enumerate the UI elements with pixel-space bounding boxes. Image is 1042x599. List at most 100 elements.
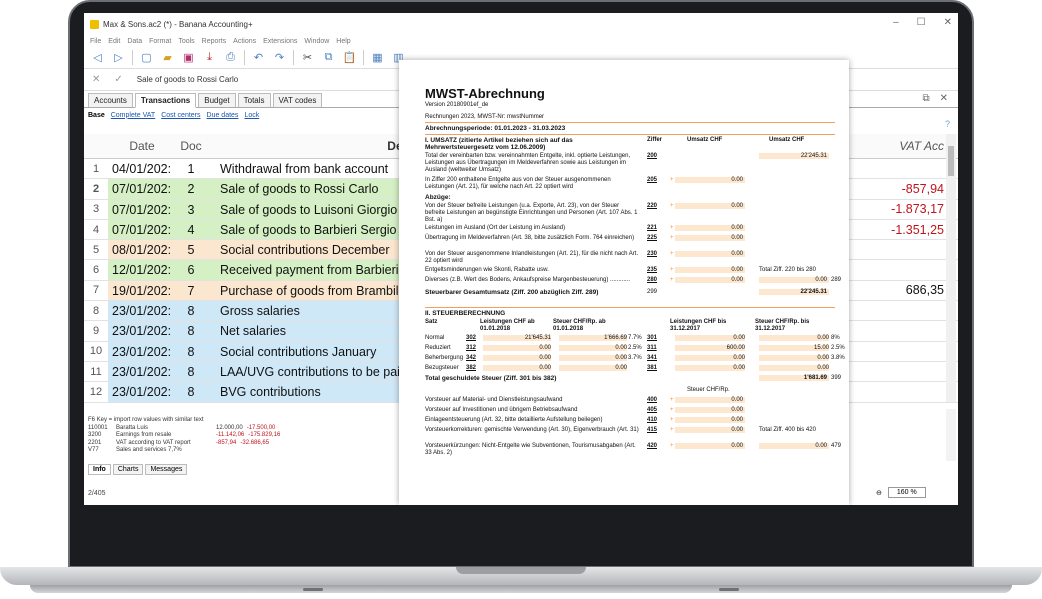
row-doc[interactable]: 3 [172,199,210,219]
row-date[interactable]: 04/01/202: [108,159,172,179]
row-date[interactable]: 23/01/202: [108,301,172,321]
menu-edit[interactable]: Edit [108,38,120,45]
paste-icon[interactable]: 📋 [342,50,357,65]
table-icon[interactable]: ▦ [370,50,385,65]
row-description[interactable]: Social contributions December [210,240,430,260]
row-description[interactable]: Received payment from Barbieri [210,260,430,280]
line-code[interactable]: 230 [647,251,657,257]
confirm-edit-icon[interactable]: ✓ [114,74,122,85]
menu-actions[interactable]: Actions [233,38,256,45]
close-table-icon[interactable]: ✕ [940,93,948,104]
info-tab-charts[interactable]: Charts [112,464,144,475]
row-vat-amount[interactable]: -1.351,25 [874,223,944,237]
col-description[interactable]: Descri [210,139,430,153]
open-folder-icon[interactable]: ▰ [160,50,175,65]
row-description[interactable]: Net salaries [210,321,430,341]
line-code[interactable]: 225 [647,235,657,241]
line-code[interactable]: 220 [647,203,657,209]
row-vat-amount[interactable]: 686,35 [874,283,944,297]
line-code[interactable]: 400 [647,397,657,403]
undock-icon[interactable]: ⧉ [922,93,929,104]
save-icon[interactable]: ▣ [181,50,196,65]
col-doc[interactable]: Doc [172,139,210,153]
row-date[interactable]: 07/01/202: [108,179,172,199]
row-date[interactable]: 23/01/202: [108,382,172,402]
maximize-icon[interactable]: ☐ [917,17,926,28]
row-date[interactable]: 08/01/202: [108,240,172,260]
row-date[interactable]: 23/01/202: [108,361,172,382]
row-date[interactable]: 07/01/202: [108,219,172,240]
cell-edit-input[interactable]: Sale of goods to Rossi Carlo [137,75,238,84]
zoom-level[interactable]: 160 % [887,487,926,498]
menu-tools[interactable]: Tools [178,38,194,45]
view-due-dates[interactable]: Due dates [207,112,239,119]
print-preview-icon[interactable]: ⎙ [223,50,238,65]
row-description[interactable]: Sale of goods to Luisoni Giorgio [210,199,430,219]
close-icon[interactable]: ✕ [944,17,952,28]
line-code[interactable]: 415 [647,427,657,433]
line-code[interactable]: 200 [647,153,657,159]
row-description[interactable]: BVG contributions [210,382,430,402]
line-code[interactable]: 221 [647,225,657,231]
row-doc[interactable]: 8 [172,321,210,341]
row-doc[interactable]: 2 [172,179,210,199]
forward-icon[interactable]: ▷ [111,50,126,65]
view-lock[interactable]: Lock [244,112,259,119]
view-base[interactable]: Base [88,112,105,119]
redo-icon[interactable]: ↷ [272,50,287,65]
info-tab-messages[interactable]: Messages [145,464,188,475]
row-doc[interactable]: 8 [172,361,210,382]
info-scrollbar[interactable] [946,409,956,461]
view-complete-vat[interactable]: Complete VAT [111,112,155,119]
tab-budget[interactable]: Budget [198,93,236,107]
col-vat-account[interactable]: VAT Acc [874,139,944,153]
tab-totals[interactable]: Totals [237,93,271,107]
minimize-icon[interactable]: – [893,17,899,28]
row-date[interactable]: 23/01/202: [108,341,172,361]
line-code[interactable]: 280 [647,277,657,283]
menu-help[interactable]: Help [336,38,350,45]
copy-icon[interactable]: ⧉ [321,50,336,65]
row-date[interactable]: 12/01/202: [108,260,172,280]
row-description[interactable]: Sale of goods to Rossi Carlo [210,179,430,199]
back-icon[interactable]: ◁ [90,50,105,65]
menu-reports[interactable]: Reports [202,38,227,45]
cancel-edit-icon[interactable]: ✕ [92,74,100,85]
row-doc[interactable]: 7 [172,280,210,301]
line-code[interactable]: 205 [647,177,657,183]
row-date[interactable]: 23/01/202: [108,321,172,341]
undo-icon[interactable]: ↶ [251,50,266,65]
menu-window[interactable]: Window [304,38,329,45]
tab-vat-codes[interactable]: VAT codes [272,93,323,107]
view-cost-centers[interactable]: Cost centers [161,112,200,119]
line-code[interactable]: 235 [647,267,657,273]
row-description[interactable]: LAA/UVG contributions to be paid [210,361,430,382]
row-description[interactable]: Purchase of goods from Brambilla [210,280,430,301]
row-doc[interactable]: 4 [172,219,210,240]
table-scrollbar[interactable] [946,134,956,402]
new-file-icon[interactable]: ▢ [139,50,154,65]
help-icon[interactable]: ? [945,119,950,129]
row-description[interactable]: Gross salaries [210,301,430,321]
line-code[interactable]: 420 [647,443,657,449]
row-description[interactable]: Sale of goods to Barbieri Sergio [210,219,430,240]
row-doc[interactable]: 5 [172,240,210,260]
menu-extensions[interactable]: Extensions [263,38,297,45]
info-tab-info[interactable]: Info [88,464,111,475]
col-date[interactable]: Date [108,139,172,153]
zoom-out-icon[interactable]: ⊖ [876,489,882,497]
row-description[interactable]: Withdrawal from bank account [210,159,430,179]
row-vat-amount[interactable]: -857,94 [874,182,944,196]
line-code[interactable]: 410 [647,417,657,423]
row-date[interactable]: 19/01/202: [108,280,172,301]
pdf-icon[interactable]: ⤓ [202,50,217,65]
row-doc[interactable]: 6 [172,260,210,280]
row-vat-amount[interactable]: -1.873,17 [874,202,944,216]
menu-data[interactable]: Data [127,38,142,45]
row-date[interactable]: 07/01/202: [108,199,172,219]
row-doc[interactable]: 8 [172,301,210,321]
tab-transactions[interactable]: Transactions [134,93,197,108]
row-doc[interactable]: 8 [172,382,210,402]
line-code[interactable]: 405 [647,407,657,413]
menu-format[interactable]: Format [149,38,171,45]
